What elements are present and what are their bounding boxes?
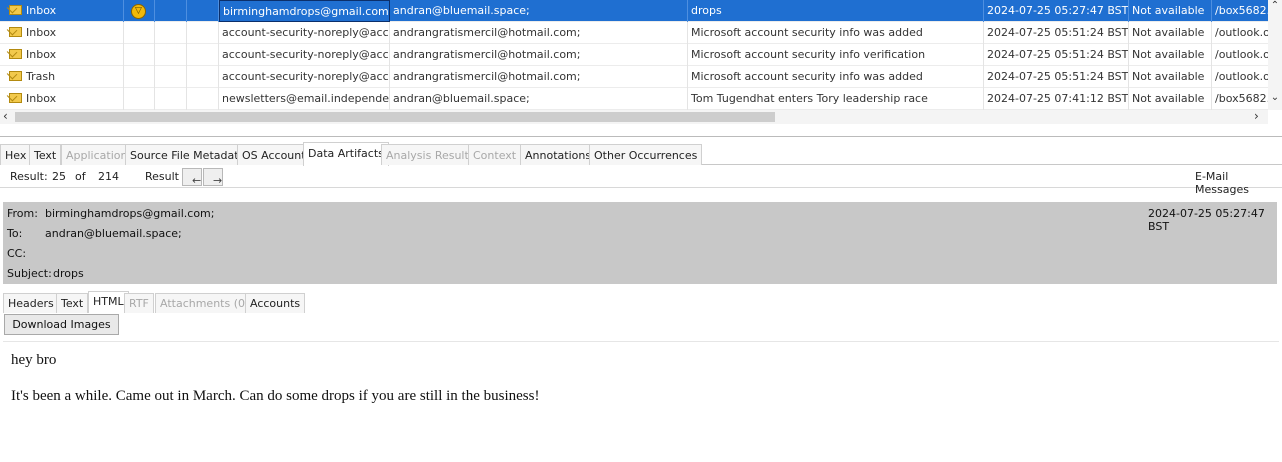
table-row[interactable]: Trash account-security-noreply@acco... a… bbox=[0, 66, 1268, 88]
scroll-thumb[interactable] bbox=[15, 112, 775, 122]
table-row[interactable]: Inbox ▽ birminghamdrops@gmail.com; andra… bbox=[0, 0, 1268, 22]
path-cell: /box5682. bbox=[1215, 92, 1268, 105]
result-bar: Result: 25 of 214 Result ← → E-Mail Mess… bbox=[0, 166, 1282, 196]
tab-text[interactable]: Text bbox=[29, 144, 62, 165]
tab-attachments: Attachments (0) bbox=[155, 293, 255, 313]
availability-cell: Not available bbox=[1129, 0, 1212, 22]
result-current: 25 bbox=[52, 170, 66, 183]
result-of: of bbox=[75, 170, 86, 183]
availability-cell: Not available bbox=[1129, 22, 1212, 44]
path-cell: /outlook.ol bbox=[1215, 26, 1268, 39]
tab-data-artifacts[interactable]: Data Artifacts bbox=[303, 142, 389, 166]
tab-accounts[interactable]: Accounts bbox=[245, 293, 306, 313]
availability-cell: Not available bbox=[1129, 66, 1212, 88]
availability-cell: Not available bbox=[1129, 44, 1212, 66]
envelope-icon bbox=[9, 71, 22, 81]
body-line: hey bro bbox=[11, 352, 57, 368]
to-cell: andran@bluemail.space; bbox=[390, 88, 688, 110]
tab-message-text[interactable]: Text bbox=[56, 293, 89, 313]
cc-label: CC: bbox=[7, 247, 27, 260]
from-cell: newsletters@email.independent.... bbox=[219, 88, 390, 110]
tab-rtf: RTF bbox=[124, 293, 154, 313]
tab-os-account[interactable]: OS Account bbox=[237, 144, 311, 165]
subject-cell: Microsoft account security info was adde… bbox=[688, 66, 984, 88]
to-value: andran@bluemail.space; bbox=[45, 227, 182, 240]
scroll-left-icon[interactable]: ‹ bbox=[3, 109, 8, 123]
date-cell: 2024-07-25 07:41:12 BST bbox=[984, 88, 1129, 110]
message-header: From: birminghamdrops@gmail.com; To: and… bbox=[3, 202, 1277, 284]
message-body: hey bro It's been a while. Came out in M… bbox=[3, 341, 1279, 462]
scroll-down-icon[interactable]: ⌄ bbox=[1268, 92, 1282, 103]
from-cell: account-security-noreply@acco... bbox=[219, 66, 390, 88]
from-value: birminghamdrops@gmail.com; bbox=[45, 207, 215, 220]
arrow-right-icon: → bbox=[213, 174, 223, 187]
subject-cell: Tom Tugendhat enters Tory leadership rac… bbox=[688, 88, 984, 110]
tab-other-occurrences[interactable]: Other Occurrences bbox=[589, 144, 703, 165]
tab-annotations[interactable]: Annotations bbox=[520, 144, 597, 165]
tab-html[interactable]: HTML bbox=[88, 291, 129, 313]
next-result-button[interactable]: → bbox=[203, 168, 223, 187]
envelope-icon bbox=[9, 27, 22, 37]
from-cell: account-security-noreply@acco... bbox=[219, 22, 390, 44]
result-total: 214 bbox=[98, 170, 119, 183]
subject-cell: Microsoft account security info verifica… bbox=[688, 44, 984, 66]
horizontal-scrollbar[interactable]: ‹ › bbox=[0, 109, 1268, 124]
envelope-icon bbox=[9, 5, 22, 15]
subject-value: drops bbox=[53, 267, 84, 280]
previous-result-button[interactable]: ← bbox=[182, 168, 202, 187]
subject-cell: drops bbox=[688, 0, 984, 22]
message-view-tabs: Headers Text HTML RTF Attachments (0) Ac… bbox=[3, 291, 1279, 313]
date-cell: 2024-07-25 05:51:24 BST bbox=[984, 44, 1129, 66]
envelope-icon bbox=[9, 49, 22, 59]
availability-cell: Not available bbox=[1129, 88, 1212, 110]
path-cell: /outlook.ol bbox=[1215, 70, 1268, 83]
path-cell: /outlook.ol bbox=[1215, 48, 1268, 61]
splitter[interactable] bbox=[0, 136, 1282, 137]
to-cell: andrangratismercil@hotmail.com; bbox=[390, 44, 688, 66]
tab-hex[interactable]: Hex bbox=[0, 144, 32, 165]
date-cell: 2024-07-25 05:51:24 BST bbox=[984, 66, 1129, 88]
vertical-scrollbar[interactable]: ⌃ ⌄ bbox=[1268, 0, 1282, 110]
tab-application: Application bbox=[61, 144, 133, 165]
tab-headers[interactable]: Headers bbox=[3, 293, 59, 313]
date-cell: 2024-07-25 05:51:24 BST bbox=[984, 22, 1129, 44]
table-row[interactable]: Inbox newsletters@email.independent.... … bbox=[0, 88, 1268, 110]
scroll-right-icon[interactable]: › bbox=[1254, 109, 1259, 123]
tab-analysis-results: Analysis Results bbox=[381, 144, 480, 165]
content-viewer-tabs: Hex Text Application Source File Metadat… bbox=[0, 142, 1282, 166]
email-results-table: Inbox ▽ birminghamdrops@gmail.com; andra… bbox=[0, 0, 1268, 110]
download-images-button[interactable]: Download Images bbox=[4, 314, 119, 335]
flag-icon: ▽ bbox=[131, 4, 146, 19]
body-line: It's been a while. Came out in March. Ca… bbox=[11, 388, 540, 404]
result-nav-label: Result bbox=[145, 170, 179, 183]
from-label: From: bbox=[7, 207, 38, 220]
to-label: To: bbox=[7, 227, 23, 240]
tab-context: Context bbox=[468, 144, 522, 165]
arrow-left-icon: ← bbox=[192, 174, 202, 187]
scroll-up-icon[interactable]: ⌃ bbox=[1268, 0, 1282, 11]
table-row[interactable]: Inbox account-security-noreply@acco... a… bbox=[0, 44, 1268, 66]
path-cell: /box5682. bbox=[1215, 4, 1268, 17]
from-cell[interactable]: birminghamdrops@gmail.com; bbox=[219, 0, 390, 22]
message-date: 2024-07-25 05:27:47 BST bbox=[1148, 207, 1265, 233]
to-cell: andrangratismercil@hotmail.com; bbox=[390, 66, 688, 88]
subject-label: Subject: bbox=[7, 267, 52, 280]
to-cell: andrangratismercil@hotmail.com; bbox=[390, 22, 688, 44]
date-cell: 2024-07-25 05:27:47 BST bbox=[984, 0, 1129, 22]
artifact-type-label: E-Mail Messages bbox=[1195, 170, 1249, 196]
from-cell: account-security-noreply@acco... bbox=[219, 44, 390, 66]
subject-cell: Microsoft account security info was adde… bbox=[688, 22, 984, 44]
to-cell: andran@bluemail.space; bbox=[390, 0, 688, 22]
envelope-icon bbox=[9, 93, 22, 103]
result-label: Result: bbox=[10, 170, 48, 183]
tab-source-file-metadata[interactable]: Source File Metadata bbox=[125, 144, 251, 165]
table-row[interactable]: Inbox account-security-noreply@acco... a… bbox=[0, 22, 1268, 44]
